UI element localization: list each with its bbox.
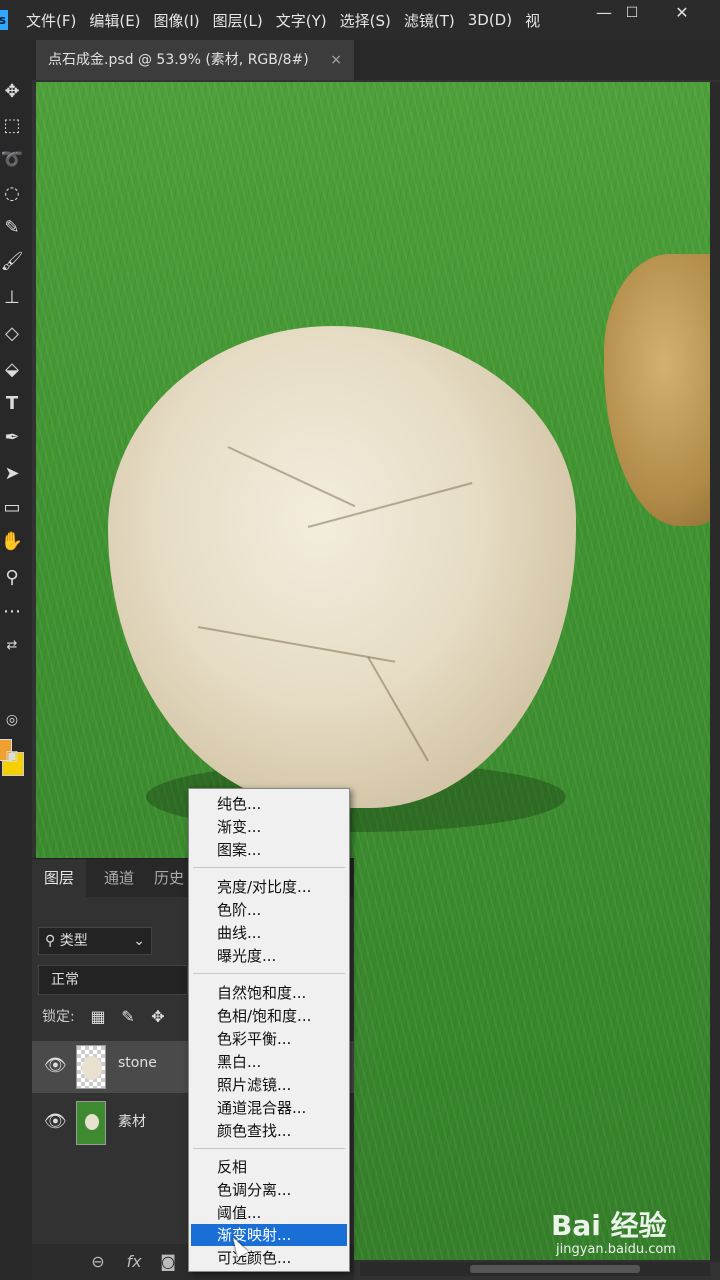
menu-separator bbox=[193, 973, 345, 974]
layer-filter-select[interactable]: ⚲ 类型 ⌄ bbox=[38, 927, 152, 955]
lock-label: 锁定: bbox=[42, 1009, 75, 1025]
menu-edit[interactable]: 编辑(E) bbox=[89, 10, 140, 31]
menu-item-color-lookup[interactable]: 颜色查找... bbox=[191, 1120, 347, 1142]
visibility-eye-icon[interactable]: 👁 bbox=[44, 1111, 67, 1132]
search-icon: ⚲ bbox=[45, 933, 60, 949]
horizontal-scrollbar[interactable] bbox=[360, 1262, 710, 1276]
menu-bar: s 文件(F) 编辑(E) 图像(I) 图层(L) 文字(Y) 选择(S) 滤镜… bbox=[0, 0, 720, 40]
menu-item-channel-mixer[interactable]: 通道混合器... bbox=[191, 1097, 347, 1119]
photoshop-logo: s bbox=[0, 10, 8, 30]
layer-filter-label: 类型 bbox=[59, 933, 88, 949]
layer-thumbnail bbox=[76, 1101, 106, 1145]
menu-item-color-balance[interactable]: 色彩平衡... bbox=[191, 1028, 347, 1050]
stone-crack bbox=[367, 656, 429, 762]
swap-colors-icon[interactable]: ⇄ bbox=[0, 634, 24, 658]
document-tab[interactable]: 点石成金.psd @ 53.9% (素材, RGB/8#) × bbox=[36, 40, 354, 80]
document-tab-bar: 点石成金.psd @ 53.9% (素材, RGB/8#) × bbox=[0, 40, 720, 80]
menu-type[interactable]: 文字(Y) bbox=[276, 10, 327, 31]
blend-mode-select[interactable]: 正常 bbox=[38, 965, 188, 995]
stone-crack bbox=[307, 482, 473, 528]
layer-style-icon[interactable]: fx bbox=[122, 1250, 146, 1274]
chevron-down-icon: ⌄ bbox=[133, 933, 145, 949]
menu-3d[interactable]: 3D(D) bbox=[468, 11, 512, 29]
quick-select-tool-icon[interactable]: ◌ bbox=[0, 182, 24, 206]
add-mask-icon[interactable]: ◙ bbox=[156, 1250, 180, 1274]
tools-panel: ✥ ⬚ ➰ ◌ ✎ 🖌 ⊥ ◇ ⬙ T ✒ ➤ ▭ ✋ ⚲ ⋯ ⇄ ◎ ▣ bbox=[0, 80, 32, 1280]
tab-layers[interactable]: 图层 bbox=[32, 859, 87, 897]
menu-item-posterize[interactable]: 色调分离... bbox=[191, 1179, 347, 1201]
visibility-eye-icon[interactable]: 👁 bbox=[44, 1055, 67, 1076]
hand-tool-icon[interactable]: ✋ bbox=[0, 530, 24, 554]
menu-item-vibrance[interactable]: 自然饱和度... bbox=[191, 982, 347, 1004]
pen-tool-icon[interactable]: ✒ bbox=[0, 426, 24, 450]
menu-item-invert[interactable]: 反相 bbox=[191, 1156, 347, 1178]
path-select-tool-icon[interactable]: ➤ bbox=[0, 462, 24, 486]
menu-item-hue-saturation[interactable]: 色相/饱和度... bbox=[191, 1005, 347, 1027]
menu-item-brightness-contrast[interactable]: 亮度/对比度... bbox=[191, 876, 347, 898]
horizontal-scroll-thumb[interactable] bbox=[470, 1265, 640, 1273]
marquee-tool-icon[interactable]: ⬚ bbox=[0, 114, 24, 138]
paint-bucket-tool-icon[interactable]: ⬙ bbox=[0, 358, 24, 382]
tab-channels[interactable]: 通道 bbox=[92, 859, 146, 897]
menu-separator bbox=[193, 1148, 345, 1149]
stone-crack bbox=[227, 446, 356, 508]
menu-select[interactable]: 选择(S) bbox=[340, 10, 391, 31]
vertical-scrollbar[interactable] bbox=[710, 82, 720, 1262]
menu-item-black-white[interactable]: 黑白... bbox=[191, 1051, 347, 1073]
link-layers-icon[interactable]: ⊖ bbox=[86, 1250, 110, 1274]
menu-item-exposure[interactable]: 曝光度... bbox=[191, 945, 347, 967]
menu-item-photo-filter[interactable]: 照片滤镜... bbox=[191, 1074, 347, 1096]
close-window-button[interactable]: ✕ bbox=[658, 0, 706, 28]
menu-image[interactable]: 图像(I) bbox=[154, 10, 200, 31]
layer-name: stone bbox=[118, 1055, 157, 1071]
close-tab-icon[interactable]: × bbox=[330, 40, 342, 80]
baidu-watermark-url: jingyan.baidu.com bbox=[556, 1242, 676, 1257]
menu-item-threshold[interactable]: 阈值... bbox=[191, 1202, 347, 1224]
menu-item-gradient-map[interactable]: 渐变映射... bbox=[191, 1224, 347, 1246]
baidu-watermark: Bai 经验 bbox=[551, 1209, 667, 1242]
menu-item-curves[interactable]: 曲线... bbox=[191, 922, 347, 944]
main-stone bbox=[108, 326, 576, 808]
lock-position-icon[interactable]: ✥ bbox=[148, 1005, 168, 1029]
move-tool-icon[interactable]: ✥ bbox=[0, 80, 24, 104]
brush-tool-icon[interactable]: 🖌 bbox=[0, 250, 24, 274]
menu-item-levels[interactable]: 色阶... bbox=[191, 899, 347, 921]
menu-file[interactable]: 文件(F) bbox=[26, 10, 76, 31]
menu-filter[interactable]: 滤镜(T) bbox=[404, 10, 455, 31]
menu-separator bbox=[193, 867, 345, 868]
more-tools-icon[interactable]: ⋯ bbox=[0, 600, 24, 624]
adjustment-layer-menu: 纯色... 渐变... 图案... 亮度/对比度... 色阶... 曲线... … bbox=[188, 788, 350, 1272]
text-tool-icon[interactable]: T bbox=[0, 392, 24, 416]
rectangle-tool-icon[interactable]: ▭ bbox=[0, 496, 24, 520]
layer-name: 素材 bbox=[118, 1114, 146, 1130]
menu-view[interactable]: 视 bbox=[525, 10, 540, 31]
document-tab-title: 点石成金.psd @ 53.9% (素材, RGB/8#) bbox=[48, 52, 309, 68]
menu-item-selective-color[interactable]: 可选颜色... bbox=[191, 1247, 347, 1269]
stone-crack bbox=[197, 626, 396, 663]
lock-pixels-icon[interactable]: ✎ bbox=[118, 1005, 138, 1029]
menu-layer[interactable]: 图层(L) bbox=[213, 10, 263, 31]
menu-items: 文件(F) 编辑(E) 图像(I) 图层(L) 文字(Y) 选择(S) 滤镜(T… bbox=[26, 0, 553, 40]
screen-mode-icon[interactable]: ▣ bbox=[0, 744, 24, 768]
lock-transparency-icon[interactable]: ▦ bbox=[88, 1005, 108, 1029]
quick-mask-icon[interactable]: ◎ bbox=[0, 708, 24, 732]
zoom-tool-icon[interactable]: ⚲ bbox=[0, 566, 24, 590]
menu-item-pattern[interactable]: 图案... bbox=[191, 839, 347, 861]
layer-thumbnail bbox=[76, 1045, 106, 1089]
eraser-tool-icon[interactable]: ◇ bbox=[0, 322, 24, 346]
blend-mode-label: 正常 bbox=[51, 972, 79, 988]
eyedropper-tool-icon[interactable]: ✎ bbox=[0, 216, 24, 240]
menu-item-gradient[interactable]: 渐变... bbox=[191, 816, 347, 838]
stamp-tool-icon[interactable]: ⊥ bbox=[0, 286, 24, 310]
menu-item-solid-color[interactable]: 纯色... bbox=[191, 793, 347, 815]
lasso-tool-icon[interactable]: ➰ bbox=[0, 148, 24, 172]
maximize-button[interactable]: ☐ bbox=[608, 0, 656, 28]
